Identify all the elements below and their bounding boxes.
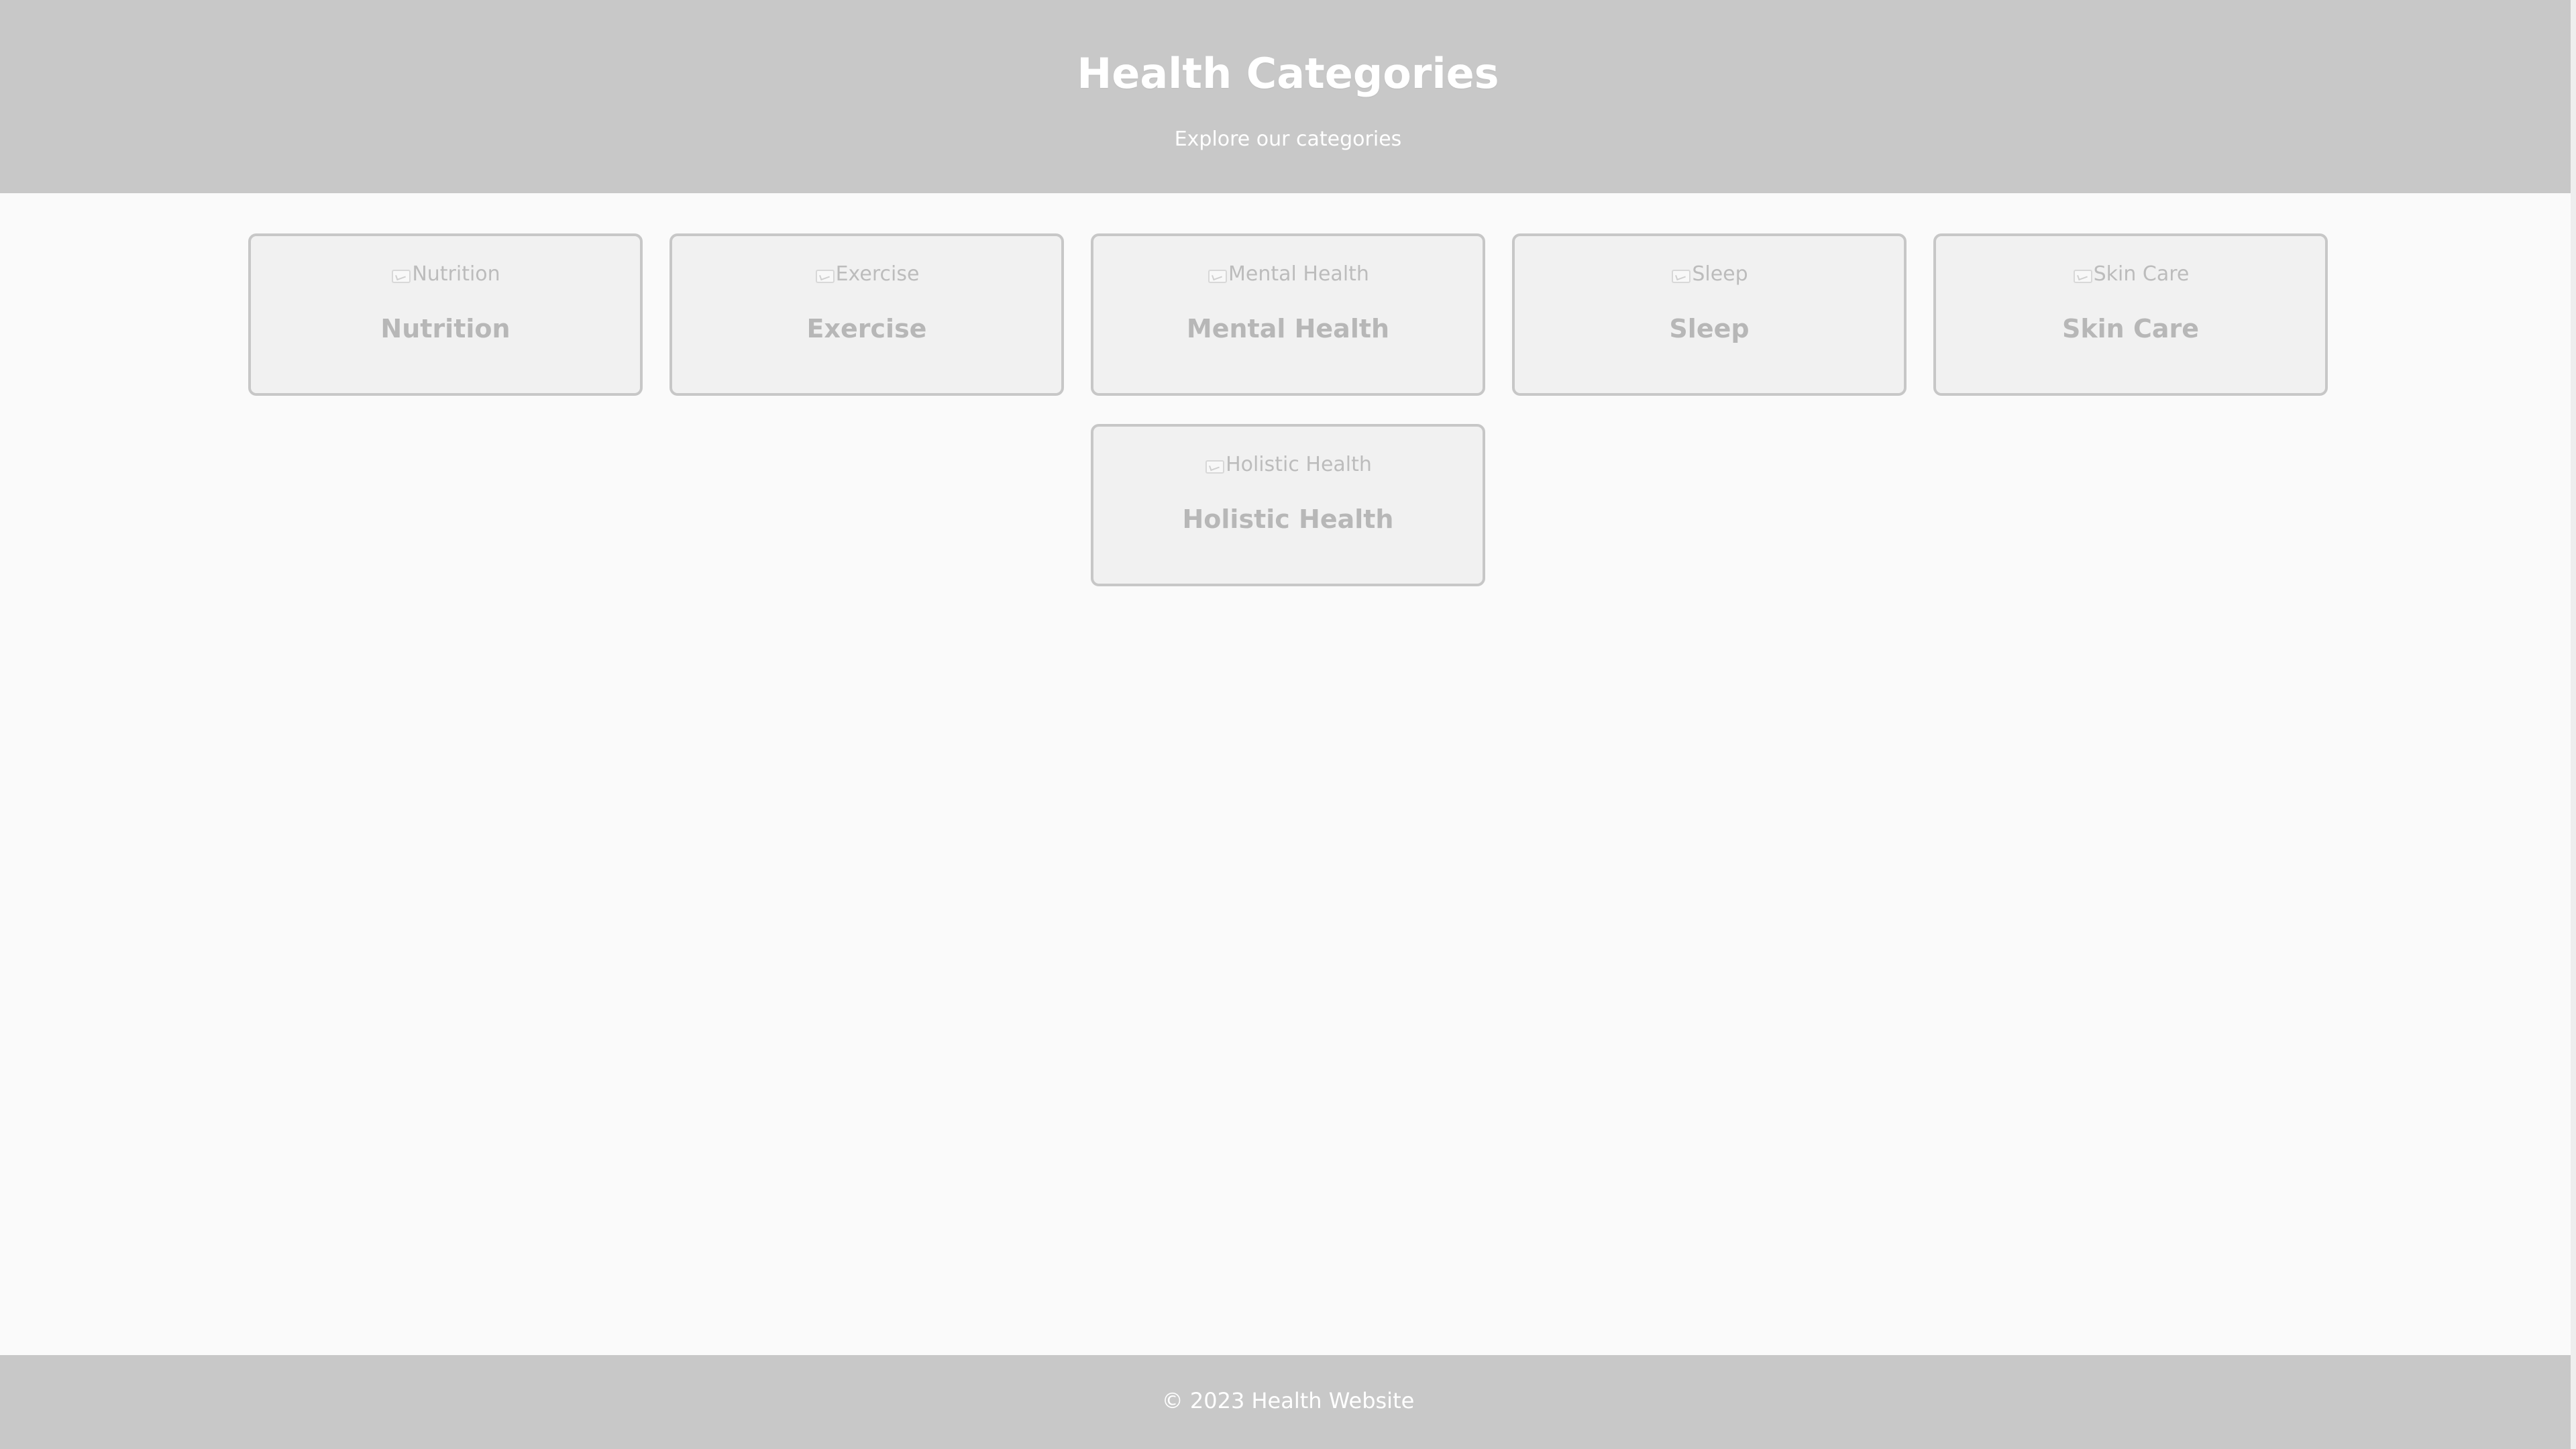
page-footer: © 2023 Health Website: [0, 1355, 2576, 1449]
category-label[interactable]: Exercise: [672, 311, 1061, 346]
category-card-exercise[interactable]: Exercise Exercise: [669, 233, 1064, 396]
category-card-holistic-health[interactable]: Holistic Health Holistic Health: [1091, 424, 1485, 586]
category-image-alt: Sleep: [1692, 262, 1748, 286]
broken-image-icon: [1204, 458, 1225, 474]
broken-image-icon: [814, 267, 835, 283]
category-card-sleep[interactable]: Sleep Sleep: [1512, 233, 1907, 396]
category-label[interactable]: Holistic Health: [1093, 502, 1483, 537]
category-label[interactable]: Nutrition: [251, 311, 640, 346]
category-label[interactable]: Sleep: [1515, 311, 1904, 346]
vertical-scrollbar[interactable]: [2571, 0, 2576, 1449]
category-card-skin-care[interactable]: Skin Care Skin Care: [1933, 233, 2328, 396]
category-image: Mental Health: [1093, 260, 1483, 288]
category-image: Exercise: [672, 260, 1061, 288]
page-header: Health Categories Explore our categories: [0, 0, 2576, 193]
broken-image-icon: [390, 267, 411, 283]
category-grid: Nutrition Nutrition Exercise Exercise Me…: [0, 233, 2576, 586]
broken-image-icon: [1207, 267, 1228, 283]
category-card-nutrition[interactable]: Nutrition Nutrition: [248, 233, 643, 396]
category-image-alt: Holistic Health: [1226, 453, 1372, 476]
category-card-mental-health[interactable]: Mental Health Mental Health: [1091, 233, 1485, 396]
category-image: Nutrition: [251, 260, 640, 288]
category-image-alt: Mental Health: [1228, 262, 1369, 286]
category-label[interactable]: Skin Care: [1936, 311, 2325, 346]
page-title: Health Categories: [1077, 49, 1499, 98]
category-image-alt: Nutrition: [412, 262, 500, 286]
category-image: Holistic Health: [1093, 451, 1483, 479]
category-image: Skin Care: [1936, 260, 2325, 288]
page-subtitle: Explore our categories: [1174, 127, 1402, 151]
category-image: Sleep: [1515, 260, 1904, 288]
category-image-alt: Skin Care: [2093, 262, 2190, 286]
broken-image-icon: [1670, 267, 1691, 283]
footer-copyright: © 2023 Health Website: [1161, 1388, 1415, 1413]
category-image-alt: Exercise: [835, 262, 920, 286]
category-label[interactable]: Mental Health: [1093, 311, 1483, 346]
broken-image-icon: [2072, 267, 2092, 283]
